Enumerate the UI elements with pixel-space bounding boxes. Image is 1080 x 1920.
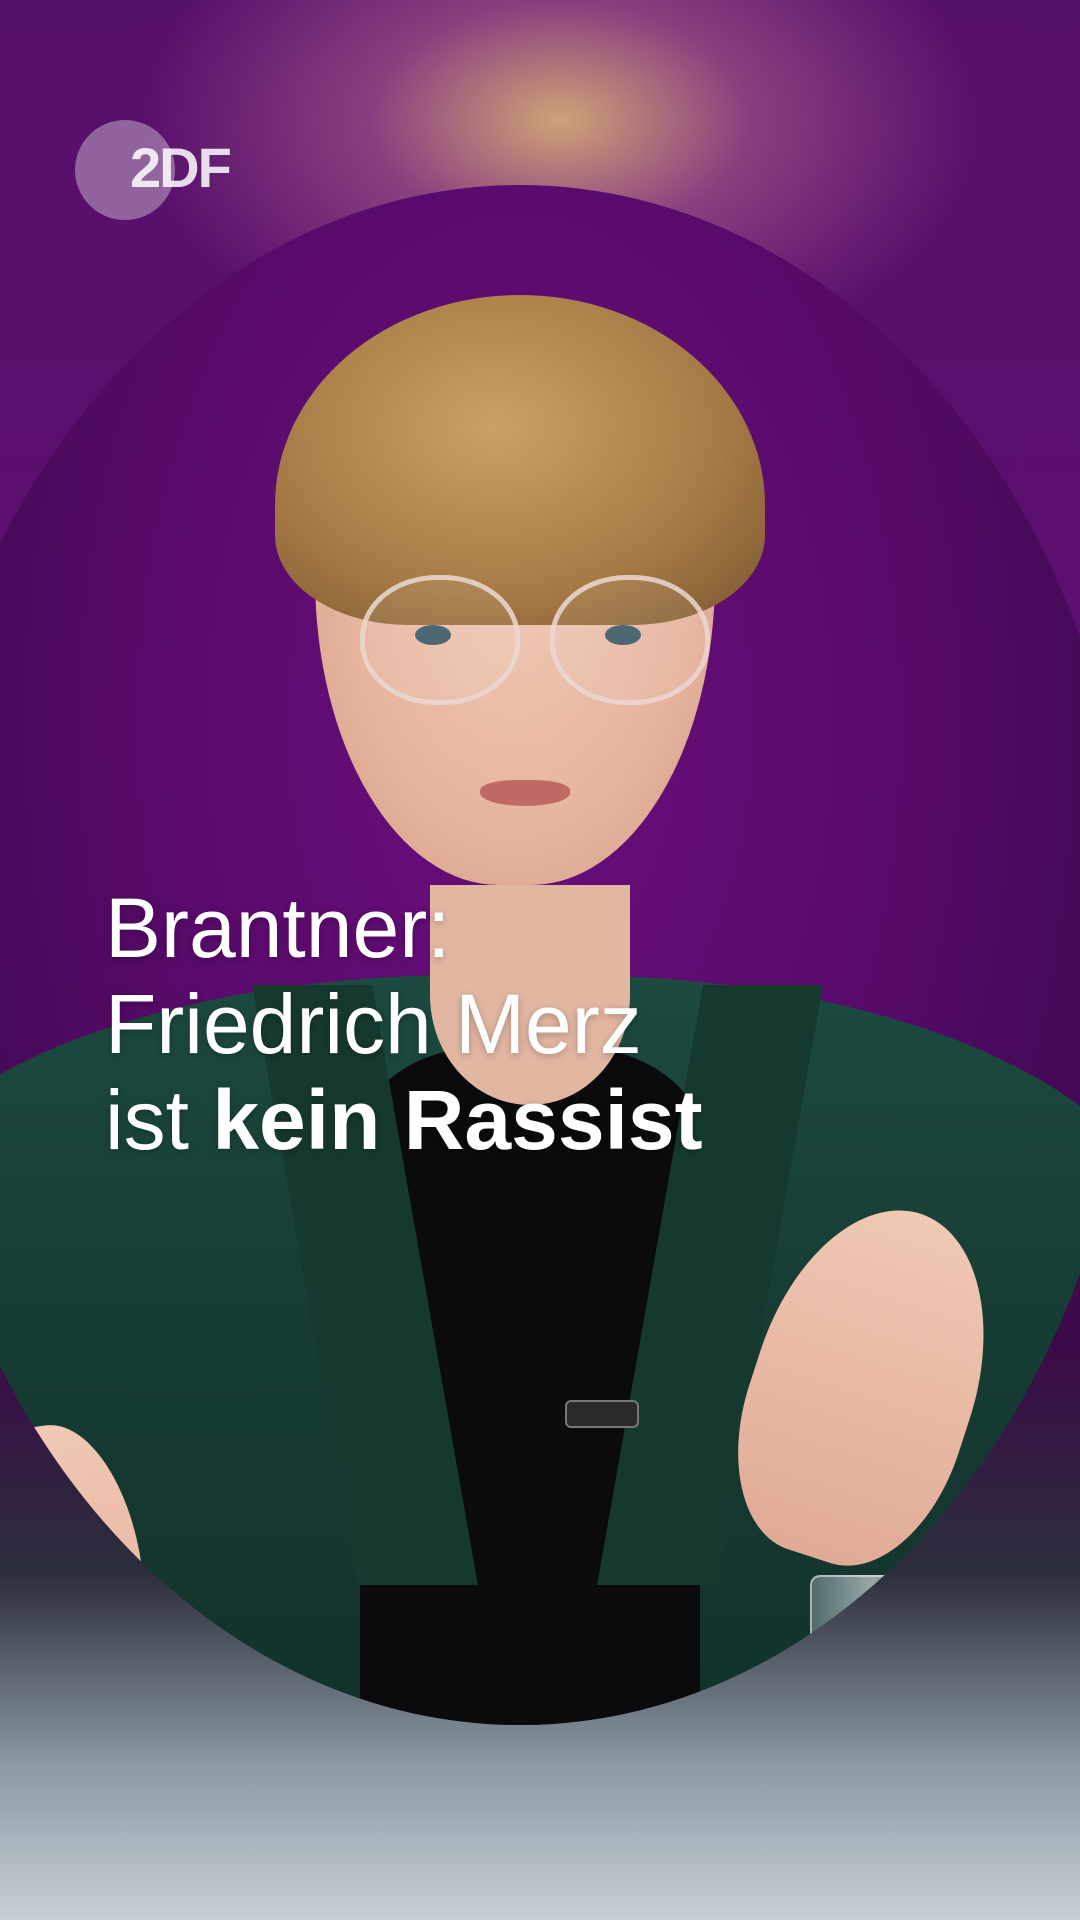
water-carafe	[810, 1575, 934, 1725]
mouth	[480, 780, 570, 806]
headline-line-2: Friedrich Merz	[105, 977, 642, 1071]
headline: Brantner: Friedrich Merz ist kein Rassis…	[105, 880, 703, 1168]
hair	[275, 295, 765, 625]
headline-line-3: ist kein Rassist	[105, 1072, 703, 1168]
story-frame: 2DF Brantner: Friedrich Merz ist kein Ra…	[0, 0, 1080, 1920]
glasses-right-lens	[550, 575, 710, 705]
lapel-microphone	[565, 1400, 639, 1428]
zdf-logo-text: 2DF	[130, 136, 232, 199]
headline-line-3-bold: kein Rassist	[212, 1073, 703, 1167]
glasses-left-lens	[360, 575, 520, 705]
headline-line-3-regular: ist	[105, 1073, 213, 1167]
headline-line-1: Brantner:	[105, 881, 451, 975]
